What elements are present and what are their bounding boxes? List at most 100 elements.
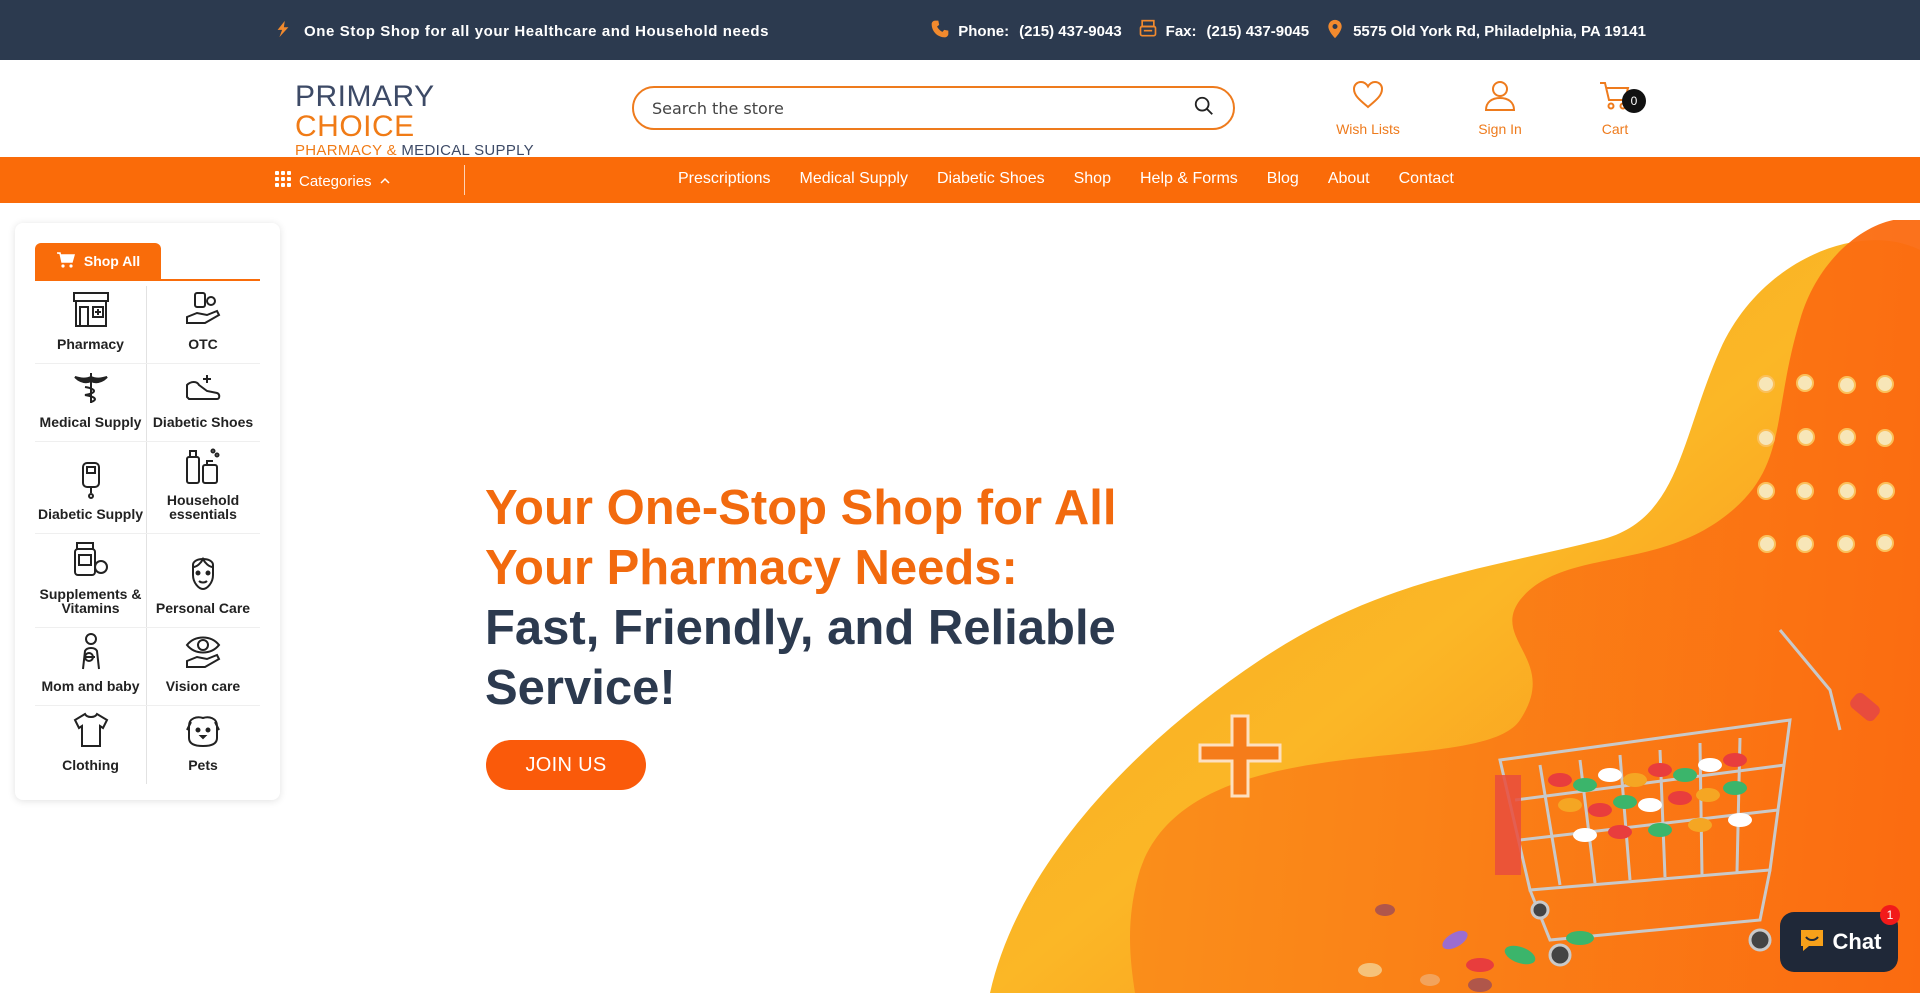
category-label: Diabetic Shoes (152, 414, 254, 430)
fax-icon (1138, 19, 1158, 43)
logo-primary: PRIMARY (295, 80, 435, 113)
main-nav: Categories Prescriptions Medical Supply … (0, 157, 1920, 203)
chat-label: Chat (1832, 929, 1882, 954)
category-label: Supplements & Vitamins (39, 586, 142, 616)
category-label: Pets (188, 757, 218, 773)
lightning-icon (274, 20, 292, 42)
category-medical-supply[interactable]: Medical Supply (35, 364, 147, 441)
site-header: PRIMARY CHOICE PHARMACY & MEDICAL SUPPLY… (0, 60, 1920, 160)
promo-banner: One Stop Shop for all your Healthcare an… (274, 20, 769, 42)
glucose-meter-icon (71, 459, 111, 507)
cart-icon (56, 251, 76, 272)
category-label: Personal Care (155, 600, 251, 616)
phone-icon (930, 19, 950, 43)
chat-button[interactable]: Chat (1780, 912, 1898, 972)
otc-hand-pills-icon (183, 289, 223, 337)
categories-label: Categories (299, 172, 372, 190)
tshirt-icon (71, 710, 111, 758)
wishlist-label: Wish Lists (1336, 121, 1400, 137)
nav-links: Prescriptions Medical Supply Diabetic Sh… (678, 170, 1454, 188)
cart-count-badge: 0 (1622, 89, 1646, 113)
eye-hand-icon (183, 631, 223, 679)
nav-link-help-forms[interactable]: Help & Forms (1140, 170, 1238, 188)
nav-link-shop[interactable]: Shop (1074, 170, 1111, 188)
cart-button[interactable]: Cart 0 (1570, 78, 1660, 137)
category-label: Pharmacy (57, 336, 124, 352)
category-clothing[interactable]: Clothing (35, 706, 147, 784)
category-grid: Pharmacy OTC Medical Supply Diabetic Sho… (35, 286, 260, 784)
category-label: Medical Supply (39, 414, 142, 430)
shop-all-tab[interactable]: Shop All (35, 243, 161, 279)
nav-link-medical-supply[interactable]: Medical Supply (799, 170, 908, 188)
signin-button[interactable]: Sign In (1455, 78, 1545, 137)
category-supplements[interactable]: Supplements & Vitamins (35, 534, 147, 627)
category-label: Vision care (165, 678, 241, 694)
category-row: Diabetic Supply Household essentials (35, 442, 260, 534)
nav-link-prescriptions[interactable]: Prescriptions (678, 170, 770, 188)
fax-label: Fax: (1165, 22, 1197, 40)
address-info[interactable]: 5575 Old York Rd, Philadelphia, PA 19141 (1325, 19, 1646, 43)
nav-link-contact[interactable]: Contact (1399, 170, 1454, 188)
logo-choice: CHOICE (295, 110, 415, 143)
heart-icon (1351, 78, 1385, 115)
hero-line-3: Fast, Friendly, and Reliable (485, 601, 1116, 655)
nav-link-diabetic-shoes[interactable]: Diabetic Shoes (937, 170, 1045, 188)
chevron-up-icon (380, 173, 390, 190)
shop-all-panel: Shop All Pharmacy OTC Medical Supply Dia… (15, 223, 280, 800)
hero-line-1: Your One-Stop Shop for All (485, 481, 1117, 535)
category-label: Clothing (62, 757, 119, 773)
category-personal-care[interactable]: Personal Care (147, 534, 259, 627)
search-icon[interactable] (1193, 95, 1215, 122)
fax-info[interactable]: Fax: (215) 437-9045 (1138, 19, 1309, 43)
fax-number: (215) 437-9045 (1206, 22, 1310, 40)
category-label: Household essentials (166, 492, 240, 522)
category-label: OTC (188, 336, 218, 352)
category-otc[interactable]: OTC (147, 286, 259, 363)
site-logo[interactable]: PRIMARY CHOICE PHARMACY & MEDICAL SUPPLY (295, 80, 540, 160)
phone-info[interactable]: Phone: (215) 437-9043 (930, 19, 1122, 43)
category-row: Mom and baby Vision care (35, 628, 260, 706)
caduceus-icon (71, 367, 111, 415)
top-bar: One Stop Shop for all your Healthcare an… (0, 0, 1920, 60)
categories-toggle[interactable]: Categories (275, 171, 390, 191)
category-row: Pharmacy OTC (35, 286, 260, 364)
nav-link-blog[interactable]: Blog (1267, 170, 1299, 188)
shop-all-underline (35, 279, 260, 281)
chat-bubble-icon (1797, 924, 1827, 960)
category-pets[interactable]: Pets (147, 706, 259, 784)
contact-info: Phone: (215) 437-9043 Fax: (215) 437-904… (930, 19, 1646, 43)
face-care-icon (183, 553, 223, 601)
promo-text: One Stop Shop for all your Healthcare an… (304, 22, 770, 40)
nav-link-about[interactable]: About (1328, 170, 1370, 188)
grid-icon (275, 171, 291, 191)
user-icon (1483, 78, 1517, 115)
shop-all-label: Shop All (83, 253, 141, 269)
mother-baby-icon (71, 631, 111, 679)
category-label: Diabetic Supply (37, 506, 144, 522)
pharmacy-store-icon (71, 289, 111, 337)
address-text: 5575 Old York Rd, Philadelphia, PA 19141 (1353, 22, 1646, 40)
search-box (632, 86, 1235, 130)
chat-notification-badge: 1 (1880, 905, 1900, 925)
category-row: Clothing Pets (35, 706, 260, 784)
hero-line-4: Service! (485, 661, 676, 715)
vitamin-bottle-icon (71, 539, 111, 587)
pet-dog-icon (183, 710, 223, 758)
phone-number[interactable]: (215) 437-9043 (1019, 23, 1122, 40)
category-row: Supplements & Vitamins Personal Care (35, 534, 260, 628)
household-bottles-icon (183, 445, 223, 493)
search-input[interactable] (652, 98, 1193, 118)
shoe-icon (183, 367, 223, 415)
cart-label: Cart (1601, 121, 1629, 137)
wishlist-button[interactable]: Wish Lists (1323, 78, 1413, 137)
hero-headline: Your One-Stop Shop for All Your Pharmacy… (485, 478, 1185, 718)
category-diabetic-supply[interactable]: Diabetic Supply (35, 442, 147, 533)
category-diabetic-shoes[interactable]: Diabetic Shoes (147, 364, 259, 441)
category-label: Mom and baby (41, 678, 140, 694)
category-mom-baby[interactable]: Mom and baby (35, 628, 147, 705)
category-pharmacy[interactable]: Pharmacy (35, 286, 147, 363)
category-household[interactable]: Household essentials (147, 442, 259, 533)
phone-label: Phone: (958, 22, 1010, 40)
join-us-button[interactable]: JOIN US (486, 740, 646, 790)
category-vision-care[interactable]: Vision care (147, 628, 259, 705)
